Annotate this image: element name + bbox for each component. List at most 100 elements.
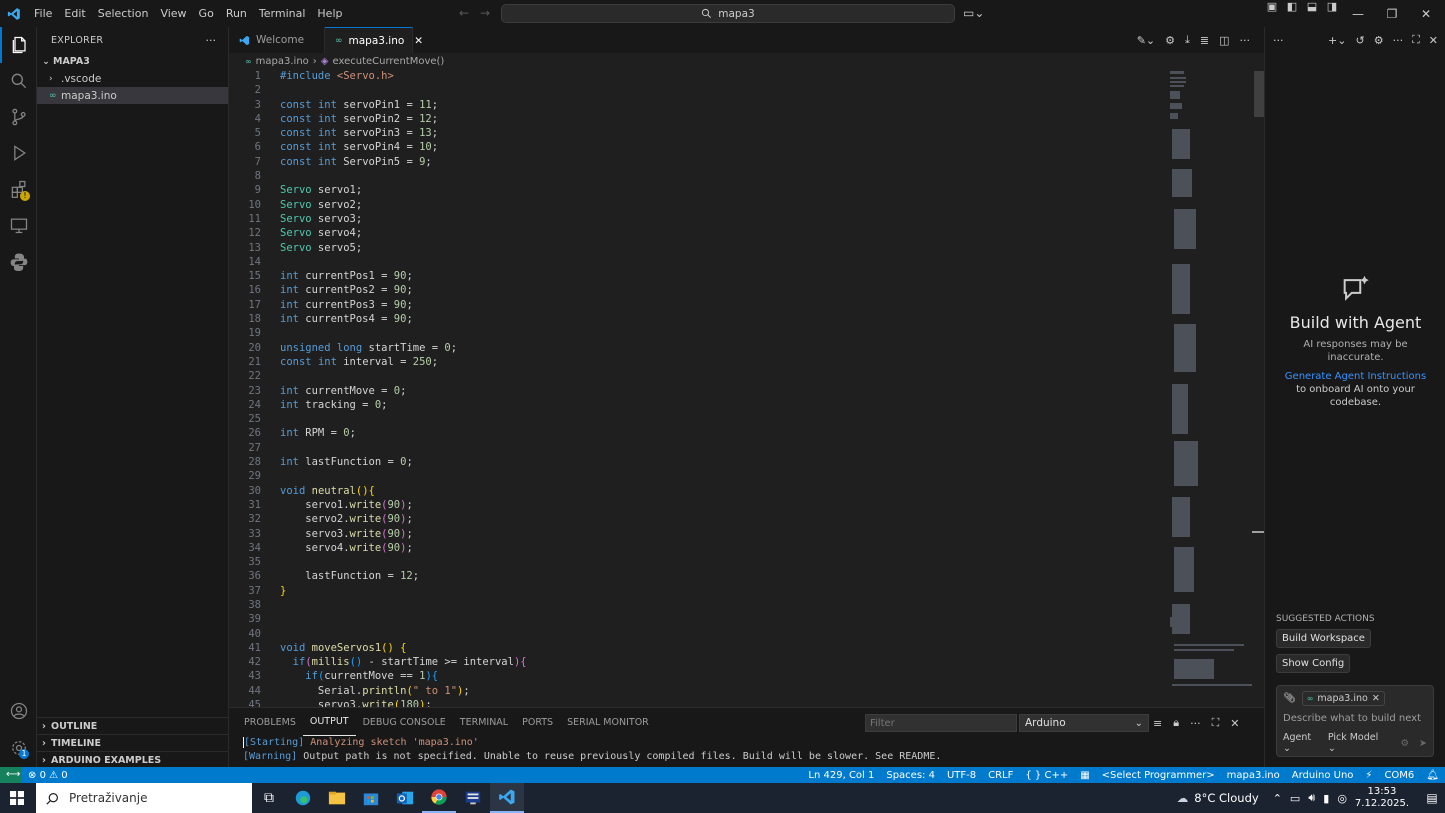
breadcrumb-file[interactable]: mapa3.ino [256,56,309,67]
menu-terminal[interactable]: Terminal [253,0,312,27]
menu-file[interactable]: File [28,0,58,27]
code-line[interactable]: 9 Servo servo1; [229,183,1164,197]
toggle-secondary-sidebar-icon[interactable]: ◨ [1322,0,1342,13]
tab-terminal[interactable]: TERMINAL [453,708,515,736]
tab-debug-console[interactable]: DEBUG CONSOLE [356,708,453,736]
tree-item-vscode[interactable]: › .vscode [37,70,228,87]
settings-gear-icon[interactable]: 1 [0,730,37,766]
task-view-icon[interactable]: ⧉ [252,783,286,813]
command-center-search[interactable]: mapa3 [501,4,955,23]
outlook-icon[interactable] [388,783,422,813]
board-icon[interactable]: ▦ [1074,770,1095,781]
battery-icon[interactable]: ▮ [1323,792,1329,805]
code-line[interactable]: 24 int tracking = 0; [229,398,1164,412]
code-line[interactable]: 30 void neutral(){ [229,484,1164,498]
section-timeline[interactable]: › TIMELINE [37,734,228,751]
code-line[interactable]: 29 [229,469,1164,483]
code-line[interactable]: 27 [229,441,1164,455]
toggle-panel-icon[interactable]: ⬓ [1302,0,1322,13]
network-icon[interactable]: ▭ [1290,792,1300,805]
chat-input-placeholder[interactable]: Describe what to build next [1277,711,1433,732]
weather-widget[interactable]: ☁︎ 8°C Cloudy [1177,791,1259,805]
code-line[interactable]: 18 int currentPos4 = 90; [229,312,1164,326]
account-icon[interactable] [0,693,37,729]
scrollbar-thumb[interactable] [1254,71,1264,117]
code-line[interactable]: 23 int currentMove = 0; [229,384,1164,398]
code-line[interactable]: 32 servo2.write(90); [229,512,1164,526]
maximize-icon[interactable]: ❐ [1375,0,1409,27]
language-mode[interactable]: { } C++ [1019,770,1074,781]
upload-icon[interactable]: ⤓ [1185,33,1190,47]
editor-scrollbar[interactable] [1252,69,1264,707]
code-line[interactable]: 44 Serial.println(" to 1"); [229,684,1164,698]
code-line[interactable]: 7 const int ServoPin5 = 9; [229,155,1164,169]
cursor-position[interactable]: Ln 429, Col 1 [802,770,880,781]
code-line[interactable]: 1 #include <Servo.h> [229,69,1164,83]
code-line[interactable]: 11 Servo servo3; [229,212,1164,226]
code-line[interactable]: 19 [229,326,1164,340]
vscode-taskbar-icon[interactable] [490,783,524,813]
explorer-icon[interactable] [0,27,37,63]
code-line[interactable]: 34 servo4.write(90); [229,541,1164,555]
split-editor-icon[interactable]: ◫ [1219,34,1229,47]
board-select[interactable]: Arduino Uno [1286,770,1360,781]
extensions-icon[interactable]: ! [0,171,37,207]
file-explorer-icon[interactable] [320,783,354,813]
code-line[interactable]: 3 const int servoPin1 = 11; [229,98,1164,112]
new-chat-icon[interactable]: +⌄ [1328,34,1346,47]
chrome-icon[interactable] [422,783,456,813]
volume-icon[interactable]: 🔊︎ [1308,791,1315,805]
close-panel-icon[interactable]: ✕ [1230,717,1239,730]
build-workspace-button[interactable]: Build Workspace [1276,629,1371,648]
code-line[interactable]: 45 servo3.write(180); [229,698,1164,707]
store-icon[interactable] [354,783,388,813]
notifications-icon[interactable]: 🔔︎ [1420,770,1445,781]
code-line[interactable]: 25 [229,412,1164,426]
chat-input-box[interactable]: 📎︎ ∞ mapa3.ino ✕ Describe what to build … [1276,685,1434,757]
code-line[interactable]: 4 const int servoPin2 = 12; [229,112,1164,126]
context-chip[interactable]: ∞ mapa3.ino ✕ [1301,691,1385,706]
code-line[interactable]: 14 [229,255,1164,269]
programmer-select[interactable]: <Select Programmer> [1096,770,1221,781]
close-tab-icon[interactable]: ✕ [414,35,423,47]
code-line[interactable]: 12 Servo servo4; [229,226,1164,240]
code-line[interactable]: 38 [229,598,1164,612]
sketch-name[interactable]: mapa3.ino [1221,770,1286,781]
code-line[interactable]: 31 servo1.write(90); [229,498,1164,512]
output-channel-select[interactable]: Arduino ⌄ [1019,714,1149,732]
code-line[interactable]: 37} [229,584,1164,598]
serial-port[interactable]: COM6 [1378,770,1420,781]
menu-view[interactable]: View [154,0,192,27]
code-line[interactable]: 33 servo3.write(90); [229,527,1164,541]
code-line[interactable]: 41 void moveServos1() { [229,641,1164,655]
remote-icon[interactable]: ⟷ [0,767,22,783]
tools-icon[interactable]: ⚙ [1401,738,1410,749]
tab-problems[interactable]: PROBLEMS [237,708,303,736]
tab-welcome[interactable]: Welcome [229,27,325,53]
code-line[interactable]: 13 Servo servo5; [229,241,1164,255]
output-filter-input[interactable] [865,714,1017,732]
language-icon[interactable]: ◎ [1337,792,1347,805]
history-icon[interactable]: ↺ [1355,34,1364,47]
menu-run[interactable]: Run [220,0,253,27]
search-sidebar-icon[interactable] [0,63,37,99]
indentation[interactable]: Spaces: 4 [880,770,941,781]
section-arduino-examples[interactable]: › ARDUINO EXAMPLES [37,751,228,768]
code-line[interactable]: 16 int currentPos2 = 90; [229,283,1164,297]
code-line[interactable]: 22 [229,369,1164,383]
model-picker[interactable]: Pick Model ⌄ [1328,732,1383,754]
folder-root[interactable]: ⌄ MAPA3 [37,53,228,70]
clear-output-icon[interactable]: ≡ [1153,717,1162,730]
copilot-icon[interactable]: ▭⌄ [963,6,984,20]
problems-status[interactable]: ⊗ 0 ⚠ 0 [22,770,74,781]
mode-picker[interactable]: Agent ⌄ [1283,732,1318,754]
source-control-icon[interactable] [0,99,37,135]
code-line[interactable]: 10 Servo servo2; [229,198,1164,212]
attach-icon[interactable]: 📎︎ [1283,693,1296,704]
code-line[interactable]: 40 [229,627,1164,641]
maximize-chat-icon[interactable]: ⛶ [1412,33,1420,47]
more-actions-icon[interactable]: ··· [206,34,217,47]
python-icon[interactable] [0,243,37,279]
menu-selection[interactable]: Selection [92,0,155,27]
editor-more-icon[interactable]: ··· [1240,34,1251,47]
